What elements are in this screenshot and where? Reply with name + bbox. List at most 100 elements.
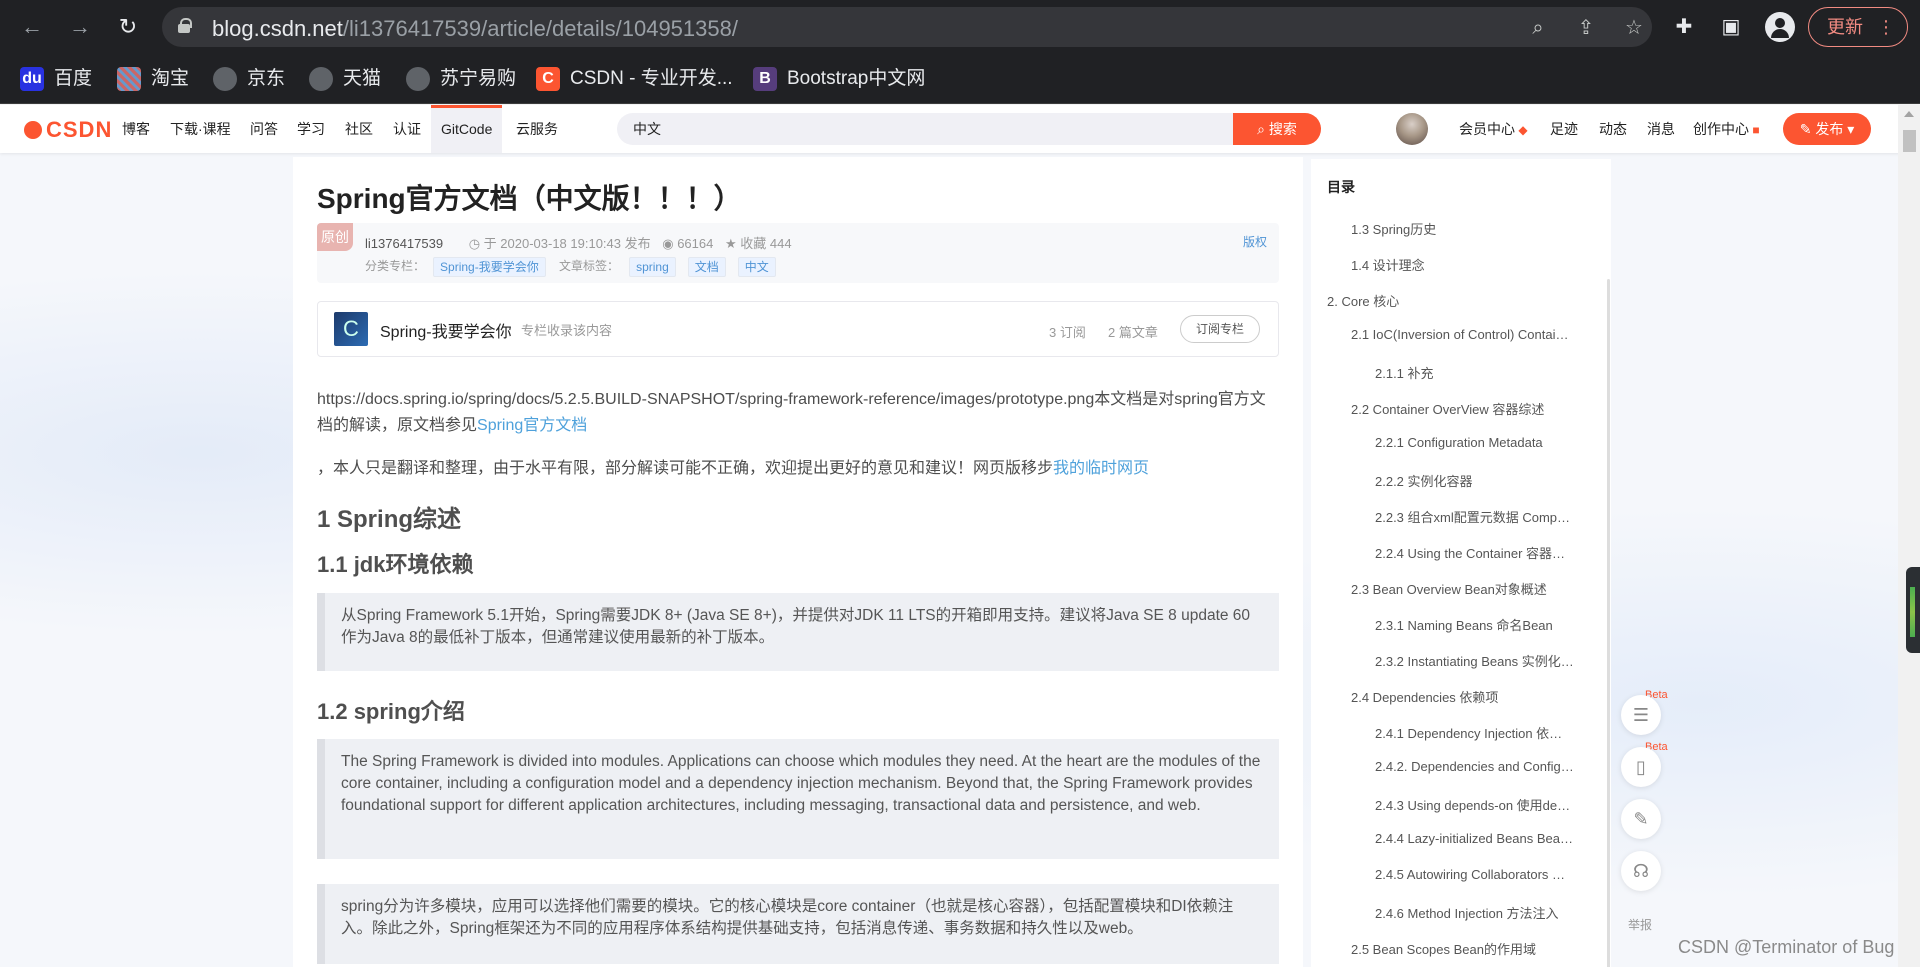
nav-creator[interactable]: 创作中心 ■	[1693, 105, 1760, 153]
forward-arrow-icon[interactable]: →	[64, 11, 96, 43]
temp-page-link[interactable]: 我的临时网页	[1053, 460, 1149, 477]
nav-messages[interactable]: 消息	[1647, 105, 1675, 153]
nav-dynamic[interactable]: 动态	[1599, 105, 1627, 153]
toc-item[interactable]: 2.4.3 Using depends-on 使用de…	[1375, 795, 1591, 814]
search-input[interactable]: 中文	[617, 113, 1235, 145]
bookmark-star-icon[interactable]: ☆	[1622, 16, 1646, 40]
tag-docs[interactable]: 文档	[687, 257, 726, 277]
bookmark-suning[interactable]: 苏宁易购	[406, 66, 516, 92]
csdn-header: CSDN 博客 下载·课程 问答 学习 社区 认证 GitCode 云服务 中文…	[0, 105, 1920, 153]
favorite-count[interactable]: 收藏 444	[740, 236, 791, 251]
toc-item[interactable]: 1.3 Spring历史	[1351, 219, 1591, 238]
reload-icon[interactable]: ↻	[112, 11, 144, 43]
official-docs-link[interactable]: Spring官方文档	[477, 417, 587, 434]
menu-dots-icon[interactable]: ⋮	[1877, 8, 1895, 46]
new-badge-icon: ■	[1749, 123, 1760, 137]
search-button[interactable]: ⌕ 搜索	[1233, 113, 1321, 145]
page-scrollbar[interactable]	[1898, 105, 1920, 967]
nav-gitcode[interactable]: GitCode	[431, 105, 503, 153]
bookmark-csdn[interactable]: C CSDN - 专业开发...	[536, 66, 733, 92]
nav-learn[interactable]: 学习	[297, 105, 325, 153]
bookmark-tmall[interactable]: 天猫	[309, 66, 381, 92]
scroll-up-icon[interactable]	[1904, 111, 1914, 117]
ai-summary-icon[interactable]: ☰	[1621, 695, 1661, 735]
csdn-icon: C	[536, 66, 560, 91]
toc-item[interactable]: 2.1 IoC(Inversion of Control) Contai…	[1351, 327, 1591, 342]
tag-spring[interactable]: spring	[629, 257, 676, 277]
toc-item[interactable]: 2.3.2 Instantiating Beans 实例化…	[1375, 651, 1591, 670]
toc-item[interactable]: 2.1.1 补充	[1375, 363, 1591, 382]
nav-download[interactable]: 下载·课程	[170, 105, 231, 153]
nav-footprint[interactable]: 足迹	[1550, 105, 1578, 153]
watermark: CSDN @Terminator of Bug	[1678, 937, 1895, 957]
gift-icon: ◆	[1515, 123, 1528, 137]
bookmark-taobao[interactable]: 淘宝	[117, 66, 189, 92]
nav-blog[interactable]: 博客	[122, 105, 150, 153]
toc-item[interactable]: 2.4.6 Method Injection 方法注入	[1375, 903, 1591, 922]
bookmark-baidu[interactable]: du 百度	[20, 66, 92, 92]
toc-item[interactable]: 2.5 Bean Scopes Bean的作用域	[1351, 939, 1591, 958]
toc-item[interactable]: 2. Core 核心	[1327, 291, 1587, 310]
bookmark-jd[interactable]: 京东	[213, 66, 285, 92]
headset-icon[interactable]: ☊	[1621, 851, 1661, 891]
clock-icon: ◷	[468, 236, 481, 251]
url-text[interactable]: blog.csdn.net/li1376417539/article/detai…	[212, 16, 738, 42]
toc-item[interactable]: 2.2.2 实例化容器	[1375, 471, 1591, 490]
column-name[interactable]: Spring-我要学会你	[380, 318, 512, 342]
share-icon[interactable]: ⇪	[1574, 16, 1598, 40]
original-badge: 原创	[317, 223, 353, 251]
reading-mode-icon[interactable]: ▯	[1621, 747, 1661, 787]
toc-item[interactable]: 2.4.4 Lazy-initialized Beans Bea…	[1375, 831, 1591, 846]
toc-item[interactable]: 2.2.1 Configuration Metadata	[1375, 435, 1591, 450]
toc-item[interactable]: 2.4.2. Dependencies and Config…	[1375, 759, 1591, 774]
back-arrow-icon[interactable]: ←	[16, 11, 48, 43]
subscribe-column-button[interactable]: 订阅专栏	[1180, 315, 1260, 343]
edit-icon[interactable]: ✎	[1621, 799, 1661, 839]
toc-item[interactable]: 1.4 设计理念	[1351, 255, 1591, 274]
category-tag[interactable]: Spring-我要学会你	[433, 257, 546, 277]
heading-spring-intro: 1.2 spring介绍	[317, 699, 465, 724]
scroll-thumb[interactable]	[1903, 130, 1916, 152]
toc-item[interactable]: 2.2 Container OverView 容器综述	[1351, 399, 1591, 418]
zoom-icon[interactable]: ⌕	[1526, 16, 1550, 40]
baidu-icon: du	[20, 66, 44, 91]
nav-cert[interactable]: 认证	[393, 105, 421, 153]
note-paragraph: ，本人只是翻译和整理，由于水平有限，部分解读可能不正确，欢迎提出更好的意见和建议…	[317, 456, 1279, 482]
nav-community[interactable]: 社区	[345, 105, 373, 153]
column-desc: 专栏收录该内容	[521, 323, 613, 338]
bookmarks-bar: du 百度 淘宝 京东 天猫 苏宁易购 C CSDN - 专业开发... B Boot…	[0, 54, 1920, 104]
search-icon: ⌕	[1257, 121, 1269, 137]
pen-icon: ✎	[1799, 121, 1816, 137]
profile-icon[interactable]	[1765, 12, 1795, 42]
copyright-link[interactable]: 版权	[1243, 233, 1267, 250]
toc-item[interactable]: 2.3 Bean Overview Bean对象概述	[1351, 579, 1591, 598]
toc-item[interactable]: 2.3.1 Naming Beans 命名Bean	[1375, 615, 1591, 634]
side-panel-icon[interactable]: ▣	[1716, 12, 1746, 42]
publish-button[interactable]: ✎ 发布 ▾	[1783, 113, 1871, 145]
nav-vip[interactable]: 会员中心 ◆	[1459, 105, 1528, 153]
author-link[interactable]: li1376417539	[365, 236, 443, 251]
edge-widget[interactable]	[1906, 567, 1920, 653]
toc-item[interactable]: 2.4 Dependencies 依赖项	[1351, 687, 1591, 706]
report-link[interactable]: 举报	[1628, 916, 1652, 933]
update-button[interactable]: 更新 ⋮	[1808, 7, 1908, 47]
taobao-icon	[117, 66, 141, 91]
star-icon[interactable]: ★	[725, 236, 737, 251]
csdn-logo[interactable]: CSDN	[24, 117, 112, 143]
nav-creator-label: 创作中心	[1693, 121, 1749, 137]
tag-chinese[interactable]: 中文	[737, 257, 776, 277]
nav-cloud[interactable]: 云服务	[516, 105, 558, 153]
address-bar[interactable]: blog.csdn.net/li1376417539/article/detai…	[162, 7, 1652, 47]
toc-item[interactable]: 2.4.1 Dependency Injection 依…	[1375, 723, 1591, 742]
column-card[interactable]: C Spring-我要学会你 专栏收录该内容 3 订阅 2 篇文章 订阅专栏	[317, 301, 1279, 357]
toc-scrollbar[interactable]	[1607, 279, 1610, 967]
toc-item[interactable]: 2.2.4 Using the Container 容器…	[1375, 543, 1591, 562]
extensions-icon[interactable]: ✚	[1669, 12, 1699, 42]
tags-label: 文章标签：	[559, 259, 620, 274]
avatar[interactable]	[1396, 113, 1428, 145]
bookmark-bootstrap[interactable]: B Bootstrap中文网	[753, 66, 925, 92]
toc-item[interactable]: 2.2.3 组合xml配置元数据 Comp…	[1375, 507, 1591, 526]
nav-qa[interactable]: 问答	[250, 105, 278, 153]
eye-icon: ◉	[662, 236, 674, 251]
toc-item[interactable]: 2.4.5 Autowiring Collaborators …	[1375, 867, 1591, 882]
